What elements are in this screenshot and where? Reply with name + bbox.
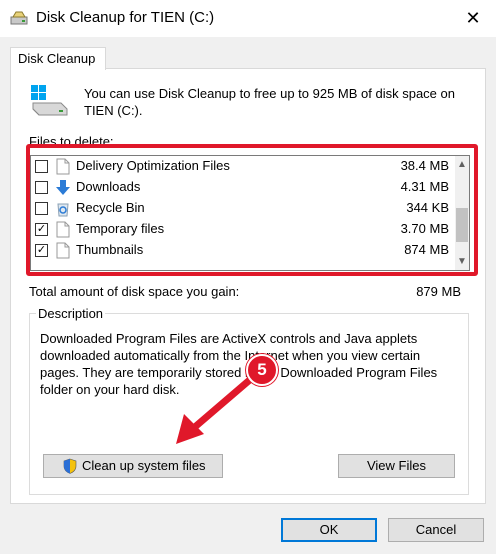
files-to-delete-label: Files to delete: bbox=[29, 134, 114, 149]
checkbox[interactable] bbox=[35, 181, 48, 194]
file-name: Recycle Bin bbox=[76, 200, 145, 215]
file-row[interactable]: Downloads 4.31 MB bbox=[31, 177, 455, 198]
scroll-thumb[interactable] bbox=[456, 208, 468, 242]
close-button[interactable]: ✕ bbox=[450, 0, 496, 37]
file-row[interactable]: ✓ Thumbnails 874 MB bbox=[31, 240, 455, 261]
description-group: Description Downloaded Program Files are… bbox=[29, 306, 469, 495]
file-size: 874 MB bbox=[404, 242, 449, 257]
file-row[interactable]: Delivery Optimization Files 38.4 MB bbox=[31, 156, 455, 177]
step-badge: 5 bbox=[246, 354, 278, 386]
uac-shield-icon bbox=[63, 458, 77, 474]
file-name: Delivery Optimization Files bbox=[76, 158, 230, 173]
description-legend: Description bbox=[36, 306, 106, 321]
file-icon bbox=[56, 242, 70, 259]
file-size: 3.70 MB bbox=[400, 221, 449, 236]
file-size: 344 KB bbox=[406, 200, 449, 215]
files-list[interactable]: Delivery Optimization Files 38.4 MB Down… bbox=[30, 155, 470, 271]
window-title: Disk Cleanup for TIEN (C:) bbox=[36, 9, 215, 26]
disk-cleanup-icon bbox=[10, 11, 28, 25]
file-size: 4.31 MB bbox=[400, 179, 449, 194]
checkbox[interactable] bbox=[35, 202, 48, 215]
checkbox[interactable]: ✓ bbox=[35, 244, 48, 257]
scroll-up-icon[interactable]: ▲ bbox=[455, 156, 469, 173]
file-row[interactable]: ✓ Temporary files 3.70 MB bbox=[31, 219, 455, 240]
download-arrow-icon bbox=[56, 180, 70, 195]
tab-label: Disk Cleanup bbox=[18, 51, 96, 66]
cancel-button[interactable]: Cancel bbox=[388, 518, 484, 542]
file-name: Downloads bbox=[76, 179, 141, 194]
file-icon bbox=[56, 221, 70, 238]
tab-disk-cleanup[interactable]: Disk Cleanup bbox=[10, 47, 106, 70]
total-value: 879 MB bbox=[416, 284, 461, 299]
clean-up-system-files-button[interactable]: Clean up system files bbox=[43, 454, 223, 478]
scroll-down-icon[interactable]: ▼ bbox=[455, 253, 469, 270]
file-icon bbox=[56, 158, 70, 175]
tab-panel: You can use Disk Cleanup to free up to 9… bbox=[10, 68, 486, 504]
drive-icon bbox=[31, 85, 68, 116]
list-scrollbar[interactable]: ▲ ▼ bbox=[455, 156, 469, 270]
view-files-button[interactable]: View Files bbox=[338, 454, 455, 478]
file-name: Thumbnails bbox=[76, 242, 144, 257]
total-label: Total amount of disk space you gain: bbox=[29, 284, 240, 299]
ok-button[interactable]: OK bbox=[281, 518, 377, 542]
file-row[interactable]: Recycle Bin 344 KB bbox=[31, 198, 455, 219]
file-size: 38.4 MB bbox=[400, 158, 449, 173]
checkbox[interactable]: ✓ bbox=[35, 223, 48, 236]
checkbox[interactable] bbox=[35, 160, 48, 173]
intro-text: You can use Disk Cleanup to free up to 9… bbox=[84, 86, 455, 118]
title-bar: Disk Cleanup for TIEN (C:) ✕ bbox=[0, 0, 496, 37]
file-name: Temporary files bbox=[76, 221, 165, 236]
recycle-bin-icon bbox=[57, 203, 69, 217]
cleanup-button-label: Clean up system files bbox=[82, 458, 206, 473]
